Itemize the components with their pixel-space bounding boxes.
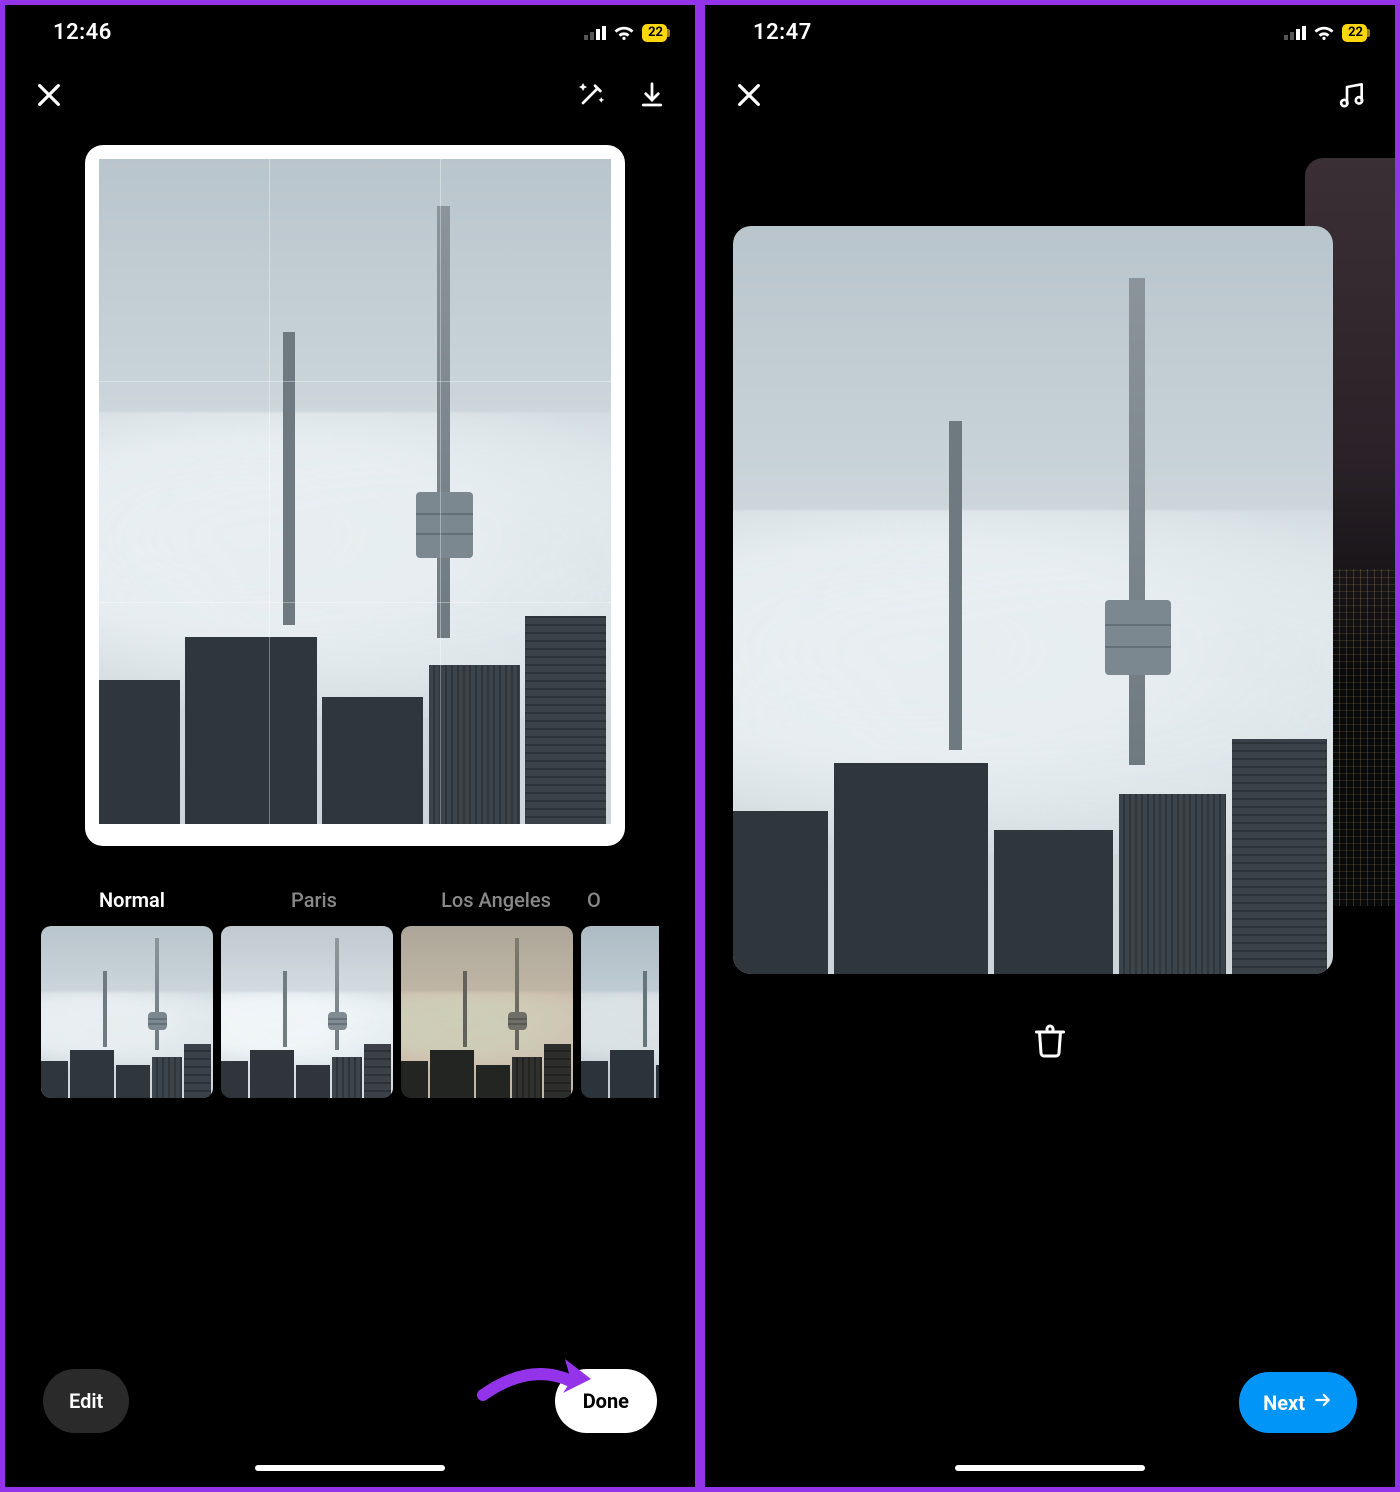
next-button-label: Next (1263, 1391, 1305, 1415)
filter-labels: Normal Paris Los Angeles O (41, 888, 659, 912)
edit-button[interactable]: Edit (43, 1369, 129, 1433)
wifi-icon (1313, 25, 1335, 41)
home-indicator[interactable] (955, 1465, 1145, 1471)
battery-indicator: 22 (642, 24, 667, 42)
filter-label-la[interactable]: Los Angeles (405, 888, 587, 912)
phone-screen-edit: 12:46 22 (5, 5, 695, 1487)
filter-label-partial[interactable]: O (587, 888, 617, 912)
phone-screen-carousel: 12:47 22 (705, 5, 1395, 1487)
filter-strip: Normal Paris Los Angeles O (5, 888, 695, 1098)
filter-thumb-la[interactable] (401, 926, 573, 1098)
toolbar (705, 60, 1395, 130)
bottom-bar: Next (705, 1372, 1395, 1433)
home-indicator[interactable] (255, 1465, 445, 1471)
music-icon[interactable] (1335, 79, 1367, 111)
toolbar (5, 60, 695, 130)
status-bar: 12:46 22 (5, 5, 695, 60)
close-icon[interactable] (733, 79, 765, 111)
filter-label-normal[interactable]: Normal (41, 888, 223, 912)
filter-thumb-paris[interactable] (221, 926, 393, 1098)
trash-icon[interactable] (1032, 1022, 1068, 1060)
filter-thumb-normal[interactable] (41, 926, 213, 1098)
carousel-card-main[interactable] (733, 226, 1333, 974)
filter-label-paris[interactable]: Paris (223, 888, 405, 912)
wifi-icon (613, 25, 635, 41)
carousel[interactable] (705, 142, 1395, 1487)
next-button[interactable]: Next (1239, 1372, 1357, 1433)
done-button[interactable]: Done (555, 1369, 657, 1433)
status-icons: 22 (1284, 24, 1367, 42)
battery-indicator: 22 (1342, 24, 1367, 42)
photo-preview (99, 159, 611, 824)
close-icon[interactable] (33, 79, 65, 111)
filter-thumb-partial[interactable] (581, 926, 659, 1098)
magic-wand-icon[interactable] (575, 79, 607, 111)
status-bar: 12:47 22 (705, 5, 1395, 60)
signal-icon (1284, 26, 1306, 40)
bottom-bar: Edit Done (5, 1369, 695, 1433)
status-icons: 22 (584, 24, 667, 42)
status-time: 12:47 (753, 20, 812, 45)
download-icon[interactable] (637, 80, 667, 110)
signal-icon (584, 26, 606, 40)
arrow-right-icon (1313, 1390, 1333, 1415)
photo-preview-frame[interactable] (85, 145, 625, 846)
status-time: 12:46 (53, 20, 112, 45)
